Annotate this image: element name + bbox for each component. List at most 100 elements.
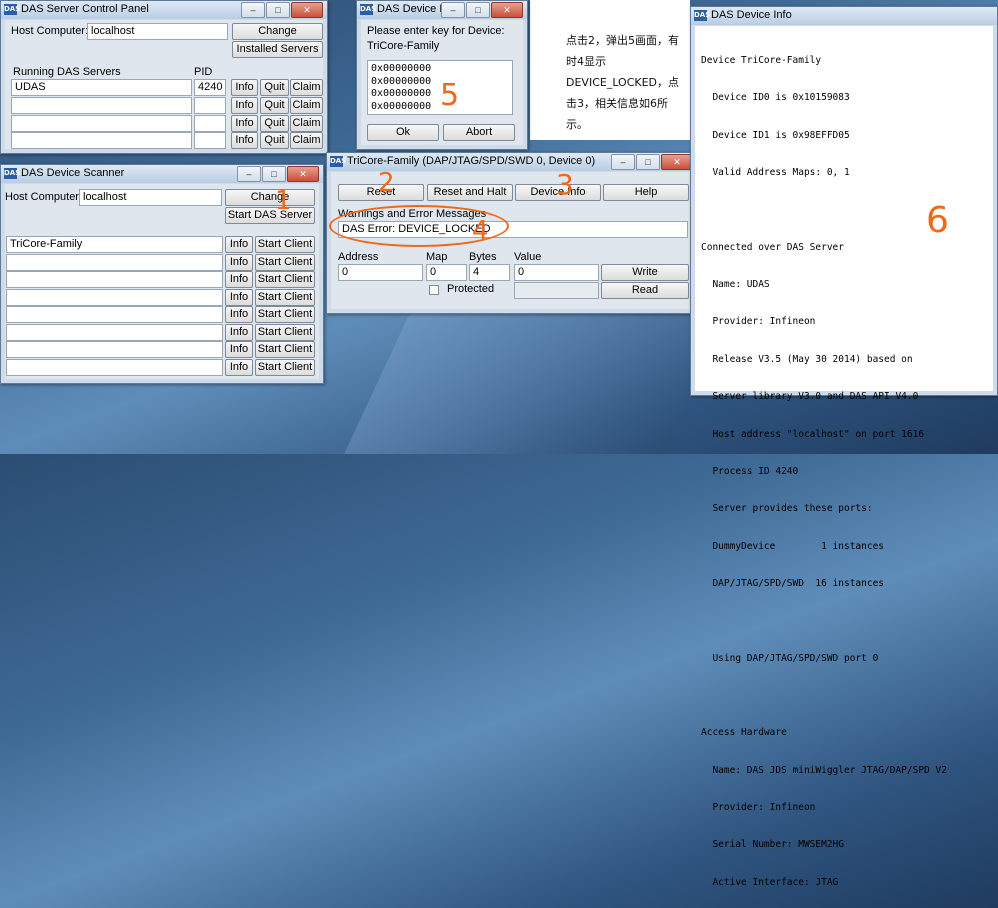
minimize-button[interactable]: – [237, 166, 261, 182]
info-button[interactable]: Info [231, 132, 258, 149]
das-app-icon: DAS [4, 168, 21, 179]
info-line: DummyDevice 1 instances [701, 540, 885, 552]
claim-button[interactable]: Claim [290, 79, 323, 96]
bytes-input[interactable]: 4 [469, 264, 510, 281]
change-button[interactable]: Change [225, 189, 315, 206]
quit-button[interactable]: Quit [260, 79, 289, 96]
host-input[interactable]: localhost [87, 23, 228, 40]
close-button[interactable]: ✕ [491, 2, 523, 18]
info-line: Using DAP/JTAG/SPD/SWD port 0 [701, 652, 879, 664]
info-line: Access Hardware [701, 727, 787, 739]
window-title: TriCore-Family (DAP/JTAG/SPD/SWD 0, Devi… [347, 155, 596, 167]
info-button[interactable]: Info [225, 359, 253, 376]
start-client-button[interactable]: Start Client [255, 324, 315, 341]
start-das-server-button[interactable]: Start DAS Server [225, 207, 315, 224]
annotation-number: 5 [440, 78, 460, 113]
protected-checkbox[interactable] [429, 285, 439, 295]
map-input[interactable]: 0 [426, 264, 467, 281]
maximize-button[interactable]: □ [262, 166, 286, 182]
server-row-name[interactable]: UDAS [11, 79, 192, 96]
close-button[interactable]: ✕ [287, 166, 319, 182]
abort-button[interactable]: Abort [443, 124, 515, 141]
device-row[interactable] [6, 359, 223, 376]
minimize-button[interactable]: – [241, 2, 265, 18]
server-row-pid [194, 97, 226, 114]
annotation-number: 1 [275, 186, 292, 216]
info-line: Process ID 4240 [701, 465, 799, 477]
info-button[interactable]: Info [225, 324, 253, 341]
info-line: Serial Number: MWSEM2HG [701, 839, 844, 851]
info-button[interactable]: Info [225, 271, 253, 288]
info-line: Release V3.5 (May 30 2014) based on [701, 353, 913, 365]
device-key-titlebar[interactable]: DAS DAS Device Key – □ ✕ [357, 1, 527, 19]
server-row-name[interactable] [11, 115, 192, 132]
close-button[interactable]: ✕ [661, 154, 693, 170]
device-info-titlebar[interactable]: DAS DAS Device Info [691, 7, 997, 25]
server-row-name[interactable] [11, 132, 192, 149]
info-button[interactable]: Info [231, 97, 258, 114]
device-row[interactable] [6, 271, 223, 288]
ok-button[interactable]: Ok [367, 124, 439, 141]
maximize-button[interactable]: □ [466, 2, 490, 18]
host-label: Host Computer: [11, 25, 89, 37]
annotation-number: 3 [556, 168, 574, 201]
reset-and-halt-button[interactable]: Reset and Halt [427, 184, 513, 201]
key-line: 0x00000000 [371, 63, 432, 74]
info-line: Device TriCore-Family [701, 54, 822, 66]
annotation-number: 2 [378, 168, 395, 198]
start-client-button[interactable]: Start Client [255, 359, 315, 376]
quit-button[interactable]: Quit [260, 115, 289, 132]
value-input[interactable]: 0 [514, 264, 599, 281]
claim-button[interactable]: Claim [290, 115, 323, 132]
close-button[interactable]: ✕ [291, 2, 323, 18]
read-button[interactable]: Read [601, 282, 689, 299]
device-info-window: DAS DAS Device Info Device TriCore-Famil… [690, 6, 998, 888]
minimize-button[interactable]: – [611, 154, 635, 170]
device-row[interactable] [6, 254, 223, 271]
pid-label: PID [194, 66, 213, 78]
claim-button[interactable]: Claim [290, 132, 323, 149]
device-row[interactable] [6, 289, 223, 306]
info-button[interactable]: Info [231, 115, 258, 132]
server-row-name[interactable] [11, 97, 192, 114]
device-row[interactable] [6, 324, 223, 341]
info-button[interactable]: Info [231, 79, 258, 96]
info-line [701, 690, 987, 702]
start-client-button[interactable]: Start Client [255, 271, 315, 288]
quit-button[interactable]: Quit [260, 97, 289, 114]
maximize-button[interactable]: □ [636, 154, 660, 170]
quit-button[interactable]: Quit [260, 132, 289, 149]
start-client-button[interactable]: Start Client [255, 236, 315, 253]
server-row-pid [194, 132, 226, 149]
info-button[interactable]: Info [225, 289, 253, 306]
write-button[interactable]: Write [601, 264, 689, 281]
address-input[interactable]: 0 [338, 264, 423, 281]
annotation-number: 6 [926, 200, 949, 241]
device-row[interactable] [6, 341, 223, 358]
maximize-button[interactable]: □ [266, 2, 290, 18]
host-input[interactable]: localhost [79, 189, 222, 206]
device-row[interactable] [6, 306, 223, 323]
device-scanner-body: Host Computer: localhost Change Start DA… [5, 184, 319, 379]
info-line: Provider: Infineon [701, 802, 816, 814]
device-row[interactable]: TriCore-Family [6, 236, 223, 253]
info-line [701, 615, 987, 627]
start-client-button[interactable]: Start Client [255, 341, 315, 358]
info-button[interactable]: Info [225, 254, 253, 271]
device-scanner-titlebar[interactable]: DAS DAS Device Scanner – □ ✕ [1, 165, 323, 183]
window-title: DAS Device Scanner [21, 167, 125, 179]
start-client-button[interactable]: Start Client [255, 254, 315, 271]
server-row-pid: 4240 [194, 79, 226, 96]
info-button[interactable]: Info [225, 236, 253, 253]
control-panel-titlebar[interactable]: DAS DAS Server Control Panel – □ ✕ [1, 1, 327, 19]
help-button[interactable]: Help [603, 184, 689, 201]
info-button[interactable]: Info [225, 341, 253, 358]
start-client-button[interactable]: Start Client [255, 306, 315, 323]
change-button[interactable]: Change [232, 23, 323, 40]
installed-servers-button[interactable]: Installed Servers [232, 41, 323, 58]
claim-button[interactable]: Claim [290, 97, 323, 114]
info-line: Device ID1 is 0x98EFFD05 [701, 129, 850, 141]
start-client-button[interactable]: Start Client [255, 289, 315, 306]
minimize-button[interactable]: – [441, 2, 465, 18]
info-button[interactable]: Info [225, 306, 253, 323]
